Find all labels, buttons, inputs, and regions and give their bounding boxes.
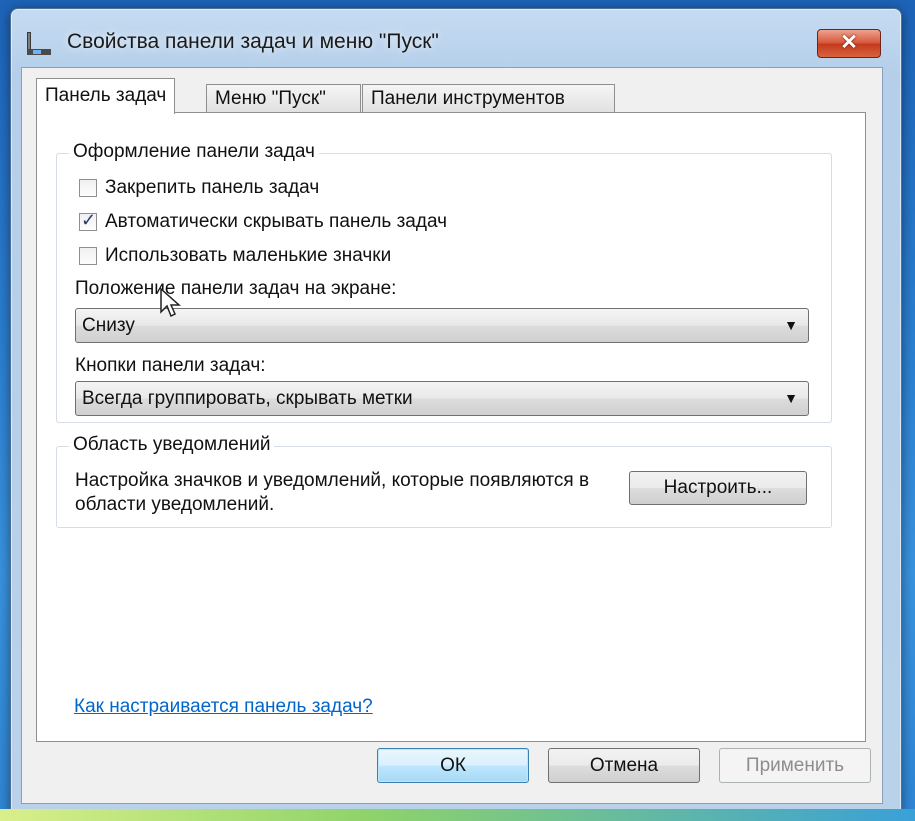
close-button[interactable]: ✕ — [817, 29, 881, 58]
tab-start-menu[interactable]: Меню "Пуск" — [206, 84, 361, 112]
notification-area-legend: Область уведомлений — [69, 434, 275, 456]
ok-button[interactable]: ОК — [377, 748, 529, 783]
checkbox-box[interactable]: ✓ — [79, 210, 97, 231]
title-bar[interactable]: Свойства панели задач и меню "Пуск" ✕ — [11, 9, 901, 75]
checkbox-label: Автоматически скрывать панель задач — [105, 211, 448, 232]
close-icon: ✕ — [840, 31, 858, 54]
notification-area-group: Область уведомлений Настройка значков и … — [56, 434, 832, 528]
checkmark-icon: ✓ — [81, 210, 97, 230]
taskbar-properties-icon — [27, 32, 51, 55]
dialog-client-area: Панель задач Меню "Пуск" Панели инструме… — [21, 67, 883, 804]
cancel-button[interactable]: Отмена — [548, 748, 700, 783]
appearance-group-legend: Оформление панели задач — [69, 141, 319, 163]
chevron-down-icon: ▼ — [784, 390, 798, 406]
checkbox-box[interactable] — [79, 247, 97, 265]
checkbox-box[interactable] — [79, 179, 97, 197]
taskbar-properties-window: Свойства панели задач и меню "Пуск" ✕ Па… — [10, 8, 902, 816]
tab-toolbars[interactable]: Панели инструментов — [362, 84, 615, 112]
autohide-taskbar-checkbox[interactable]: ✓ Автоматически скрывать панель задач — [79, 210, 447, 234]
window-title: Свойства панели задач и меню "Пуск" — [67, 30, 439, 53]
taskbar-buttons-label: Кнопки панели задач: — [75, 355, 266, 376]
chevron-down-icon: ▼ — [784, 317, 798, 333]
lock-taskbar-checkbox[interactable]: Закрепить панель задач — [79, 176, 319, 200]
customize-button[interactable]: Настроить... — [629, 471, 807, 505]
small-icons-checkbox[interactable]: Использовать маленькие значки — [79, 244, 391, 268]
apply-button[interactable]: Применить — [719, 748, 871, 783]
position-label: Положение панели задач на экране: — [75, 278, 397, 299]
taskbar-buttons-dropdown[interactable]: Всегда группировать, скрывать метки ▼ — [75, 381, 809, 416]
tab-taskbar[interactable]: Панель задач — [36, 78, 176, 114]
taskbar-buttons-dropdown-value: Всегда группировать, скрывать метки — [82, 388, 413, 409]
help-link[interactable]: Как настраивается панель задач? — [74, 696, 373, 718]
notification-area-description: Настройка значков и уведомлений, которые… — [75, 470, 590, 515]
mouse-pointer-icon — [160, 288, 181, 318]
checkbox-label: Закрепить панель задач — [105, 177, 320, 198]
checkbox-label: Использовать маленькие значки — [105, 245, 392, 266]
desktop-edge — [0, 809, 915, 821]
position-dropdown[interactable]: Снизу ▼ — [75, 308, 809, 343]
position-dropdown-value: Снизу — [82, 315, 135, 336]
tab-panel-taskbar: Оформление панели задач Закрепить панель… — [36, 112, 866, 742]
